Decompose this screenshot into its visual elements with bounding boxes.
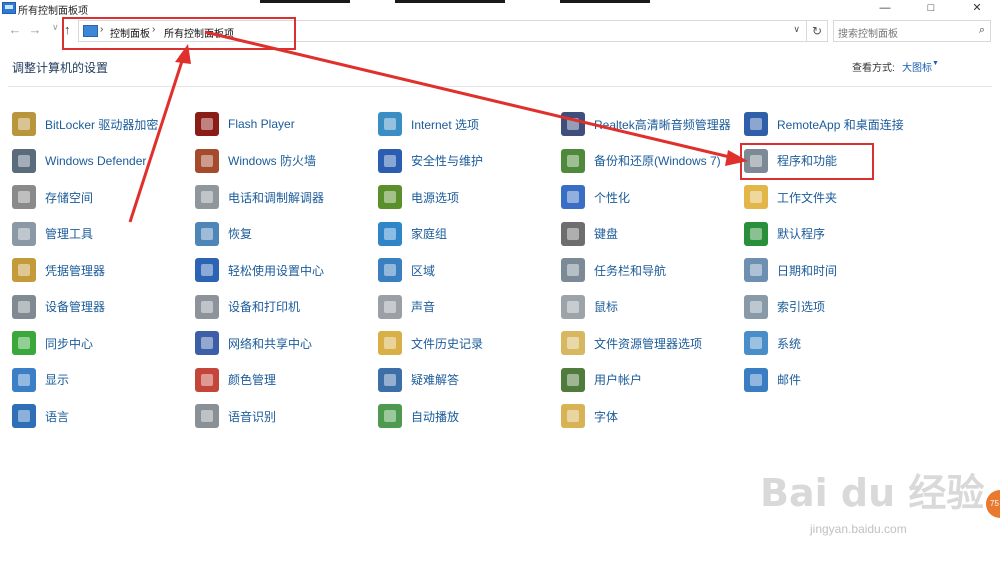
annotation-arrow-line [128,57,185,223]
annotation-arrowhead [175,44,191,64]
watermark-logo: Bai du 经验 [760,471,985,515]
watermark-url: jingyan.baidu.com [810,522,907,536]
annotation-arrowhead [725,150,748,166]
annotation-arrow-line [204,30,735,160]
